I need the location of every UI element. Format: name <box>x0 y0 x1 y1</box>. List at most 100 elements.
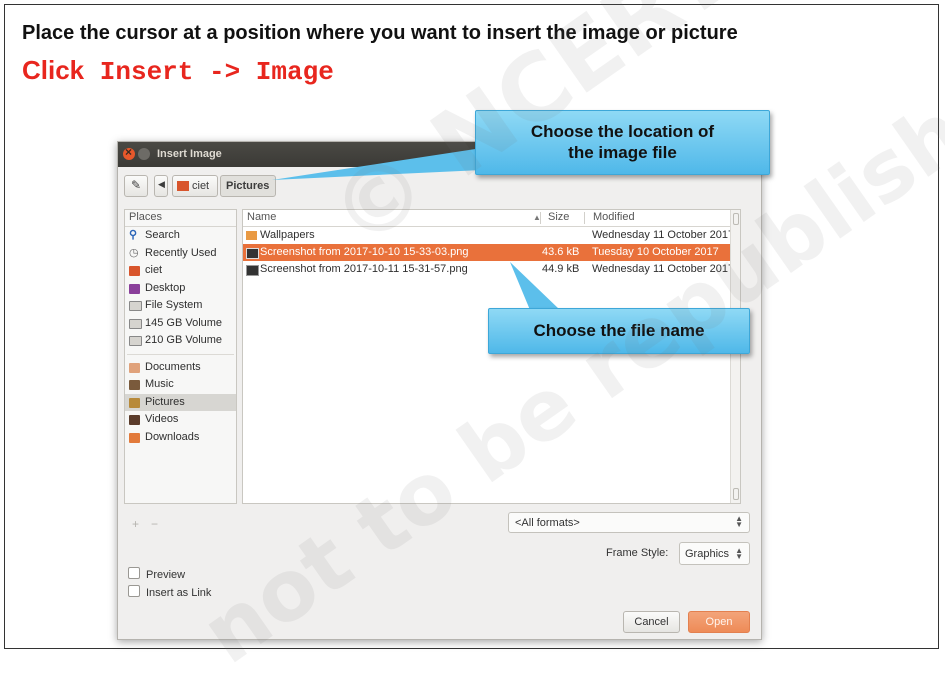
add-bookmark-icon[interactable]: + <box>132 517 139 531</box>
drive-icon <box>129 301 142 311</box>
file-list-scrollbar[interactable] <box>730 210 740 503</box>
path-button-pictures[interactable]: Pictures <box>220 175 276 197</box>
column-separator <box>584 212 585 224</box>
path-button-label: ciet <box>192 180 210 192</box>
scrollbar-bottom-handle[interactable] <box>733 488 739 500</box>
frame-style-label: Frame Style: <box>606 547 669 559</box>
file-name: Screenshot from 2017-10-10 15-33-03.png <box>260 246 469 258</box>
place-videos[interactable]: Videos <box>125 411 236 429</box>
place-210gb-volume[interactable]: 210 GB Volume <box>125 332 236 350</box>
chevron-left-icon: ◀ <box>158 179 165 189</box>
file-modified: Tuesday 10 October 2017 <box>592 246 719 258</box>
downloads-folder-icon <box>129 432 140 443</box>
cancel-button[interactable]: Cancel <box>623 611 680 633</box>
file-name: Wallpapers <box>260 229 315 241</box>
place-search[interactable]: ⚲ Search <box>125 227 236 245</box>
minimize-window-icon[interactable] <box>138 148 150 160</box>
path-back-button[interactable]: ◀ <box>154 175 168 197</box>
file-modified: Wednesday 11 October 2017 <box>592 263 735 275</box>
place-documents[interactable]: Documents <box>125 359 236 377</box>
edit-location-button[interactable]: ✎ <box>124 175 148 197</box>
column-header-name[interactable]: Name <box>247 210 276 225</box>
file-name-callout: Choose the file name <box>488 308 750 354</box>
checkbox-label: Insert as Link <box>146 587 212 599</box>
search-icon: ⚲ <box>129 229 138 241</box>
spin-arrows-icon: ▲ ▼ <box>735 546 743 561</box>
checkbox-box[interactable] <box>128 567 140 579</box>
click-word: Click <box>22 55 85 85</box>
insert-as-link-checkbox[interactable]: Insert as Link <box>128 585 211 599</box>
file-row-wallpapers[interactable]: Wallpapers Wednesday 11 October 2017 <box>243 227 740 244</box>
desktop-icon <box>129 283 140 294</box>
file-modified: Wednesday 11 October 2017 <box>592 229 735 241</box>
place-label: ciet <box>145 264 163 276</box>
clock-icon: ◷ <box>129 246 139 259</box>
folder-icon <box>246 231 257 240</box>
column-header-size[interactable]: Size <box>548 210 569 225</box>
file-row-screenshot-2[interactable]: Screenshot from 2017-10-11 15-31-57.png … <box>243 261 740 278</box>
place-pictures[interactable]: Pictures <box>125 393 236 411</box>
place-label: Recently Used <box>145 246 217 259</box>
places-sidebar: Places ⚲ Search ◷ Recently Used ciet Deskt… <box>124 209 237 504</box>
place-recently-used[interactable]: ◷ Recently Used <box>125 245 236 263</box>
spin-arrows-icon: ▲ ▼ <box>735 514 743 529</box>
place-music[interactable]: Music <box>125 376 236 394</box>
location-callout: Choose the location of the image file <box>475 110 770 175</box>
place-label: Downloads <box>145 430 200 443</box>
place-145gb-volume[interactable]: 145 GB Volume <box>125 315 236 333</box>
place-label: Search <box>145 229 180 241</box>
place-label: 210 GB Volume <box>145 334 223 346</box>
videos-folder-icon <box>129 415 140 425</box>
place-label: Pictures <box>145 395 185 408</box>
place-label: Desktop <box>145 281 186 294</box>
places-header: Places <box>125 210 236 227</box>
file-name: Screenshot from 2017-10-11 15-31-57.png <box>260 263 468 275</box>
image-file-icon <box>246 248 259 259</box>
insert-image-dialog: Insert Image ✎ ◀ ciet Pictures Places ⚲ S… <box>117 141 762 640</box>
place-file-system[interactable]: File System <box>125 297 236 315</box>
drive-icon <box>129 318 142 329</box>
preview-checkbox[interactable]: Preview <box>128 567 185 581</box>
frame-style-select[interactable]: Graphics ▲ ▼ <box>679 542 750 565</box>
place-label: Documents <box>145 360 201 373</box>
place-label: 145 GB Volume <box>145 316 223 329</box>
file-row-screenshot-1[interactable]: Screenshot from 2017-10-10 15-33-03.png … <box>243 244 740 261</box>
file-size: 44.9 kB <box>542 263 580 275</box>
column-separator <box>540 212 541 224</box>
column-header-modified[interactable]: Modified <box>593 210 635 225</box>
place-label: Music <box>145 378 174 390</box>
instruction-heading: Place the cursor at a position where you… <box>22 22 738 44</box>
documents-folder-icon <box>129 362 140 373</box>
dialog-title: Insert Image <box>157 148 222 160</box>
close-window-icon[interactable] <box>123 145 135 160</box>
path-button-ciet[interactable]: ciet <box>172 175 218 197</box>
pictures-folder-icon <box>129 397 140 408</box>
location-callout-line2: the image file <box>568 143 677 162</box>
place-label: Videos <box>145 413 179 425</box>
frame-style-value: Graphics <box>685 548 730 560</box>
menu-path-text: Insert -> Image <box>84 57 334 87</box>
place-ciet[interactable]: ciet <box>125 262 236 280</box>
file-list: Name ▲ Size Modified Wallpapers Wednesda… <box>242 209 741 504</box>
checkbox-box[interactable] <box>128 585 140 597</box>
path-button-label: Pictures <box>226 180 270 192</box>
checkbox-label: Preview <box>146 569 186 581</box>
home-folder-icon <box>177 181 189 191</box>
place-label: File System <box>145 299 203 311</box>
remove-bookmark-icon[interactable]: − <box>151 517 158 531</box>
drive-icon <box>129 336 142 346</box>
image-file-icon <box>246 265 259 276</box>
scrollbar-top-handle[interactable] <box>733 213 739 225</box>
open-button[interactable]: Open <box>688 611 750 633</box>
format-filter-value: <All formats> <box>515 517 580 529</box>
file-list-header: Name ▲ Size Modified <box>243 210 740 227</box>
home-folder-icon <box>129 266 140 276</box>
file-format-filter[interactable]: <All formats> ▲ ▼ <box>508 512 750 533</box>
file-size: 43.6 kB <box>542 246 580 258</box>
place-desktop[interactable]: Desktop <box>125 280 236 298</box>
location-callout-line1: Choose the location of <box>530 122 715 141</box>
bookmark-controls: + − <box>132 517 170 531</box>
place-downloads[interactable]: Downloads <box>125 429 236 447</box>
instruction-menu-path: Click Insert -> Image <box>22 55 334 87</box>
pencil-icon: ✎ <box>131 178 142 192</box>
